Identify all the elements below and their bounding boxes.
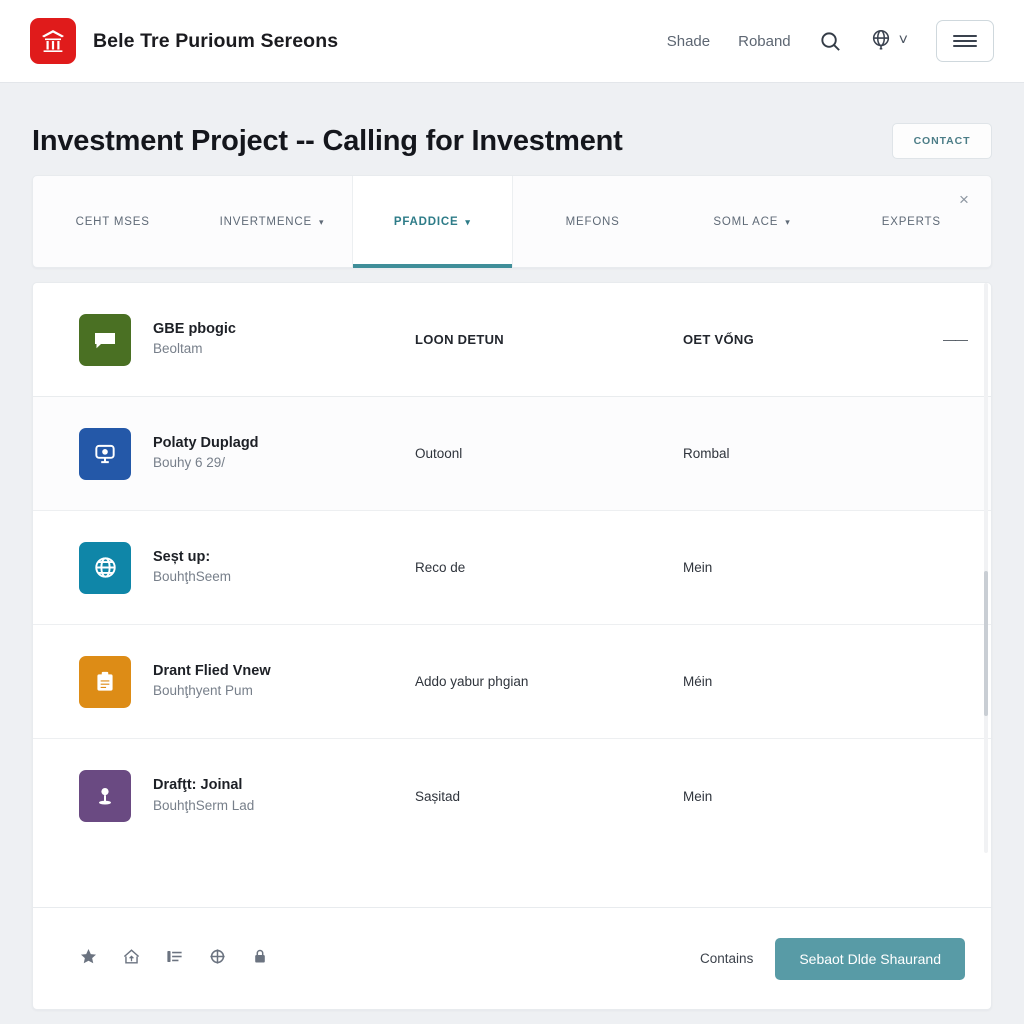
tab-label: CEHT MSES (75, 215, 150, 228)
contact-button[interactable]: CONTACT (892, 123, 992, 159)
row-title: Drafţt: Joinal (153, 777, 243, 794)
tab-soml-ace[interactable]: SOML ACE ▾ (672, 176, 831, 267)
footer-note: Contains (700, 951, 754, 966)
tab-label: SOML ACE (713, 215, 779, 228)
hamburger-menu-icon[interactable] (936, 20, 994, 62)
scrollbar-thumb[interactable] (984, 571, 988, 716)
row-title: Drant Flied Vnew (153, 662, 271, 679)
row-col3: Rombal (683, 446, 730, 461)
table-row[interactable]: Seșt up: BouhţhSeem Reco de Mein (33, 511, 991, 625)
clipboard-icon (79, 655, 131, 708)
table-row[interactable]: Polaty Duplagd Bouhy 6 29/ Outoonl Romba… (33, 397, 991, 511)
chevron-down-icon: ▾ (785, 217, 791, 227)
top-nav: Shade Roband ˅ (667, 20, 994, 62)
chevron-down-icon: ˅ (898, 32, 908, 49)
row-subtitle: Bouhţhyent Pum (153, 683, 253, 699)
chevron-down-icon: ▾ (465, 217, 471, 227)
row-text: Drant Flied Vnew Bouhţhyent Pum (153, 662, 415, 702)
page-title: Investment Project -- Calling for Invest… (32, 124, 623, 157)
dots-message-icon (79, 313, 131, 366)
row-subtitle: Bouhy 6 29/ (153, 455, 226, 471)
tab-label: INVERTMENCE (219, 215, 312, 228)
list-header-text: GBE pbogic Beoltam (153, 320, 415, 360)
tab-bar: CEHT MSES INVERTMENCE ▾ PFADDICE ▾ MEFON… (32, 175, 992, 268)
user-pin-icon (79, 770, 131, 822)
tab-label: MEFONS (565, 215, 620, 228)
row-col2: Addo yabur phgian (415, 674, 529, 689)
row-text: Drafţt: Joinal BouhţhSerm Lad (153, 776, 415, 816)
row-subtitle: BouhţhSeem (153, 569, 232, 585)
top-bar: Bele Tre Purioum Sereons Shade Roband ˅ (0, 0, 1024, 83)
search-icon[interactable] (819, 30, 842, 53)
tab-label: PFADDICE (393, 215, 459, 228)
row-col2: Sașitad (415, 788, 461, 804)
row-title: GBE pbogic (153, 320, 236, 337)
upload-home-icon[interactable] (122, 947, 141, 971)
row-subtitle: BouhţhSerm Lad (153, 797, 255, 813)
row-col2: Reco de (415, 560, 466, 575)
column-header-oet-vong: OET VỐNG (683, 332, 755, 347)
language-selector[interactable]: ˅ (870, 28, 908, 55)
row-col3: Mein (683, 560, 713, 575)
lock-icon[interactable] (251, 947, 269, 971)
row-col3: Méin (683, 674, 713, 689)
burger-line (953, 45, 977, 47)
nav-link-roband[interactable]: Roband (738, 33, 791, 50)
table-row[interactable]: Drafţt: Joinal BouhţhSerm Lad Sașitad Me… (33, 739, 991, 853)
tab-pfaddice[interactable]: PFADDICE ▾ (351, 176, 513, 268)
submit-button[interactable]: Sebaot Dlde Shaurand (775, 937, 965, 980)
title-row: Investment Project -- Calling for Invest… (0, 83, 1024, 175)
column-header-loon-detun: LOON DETUN (415, 332, 504, 347)
table-row[interactable]: Drant Flied Vnew Bouhţhyent Pum Addo yab… (33, 625, 991, 739)
list-header-row[interactable]: GBE pbogic Beoltam LOON DETUN OET VỐNG —… (33, 283, 991, 397)
nav-link-shade[interactable]: Shade (667, 33, 710, 50)
burger-line (953, 40, 977, 42)
row-subtitle: Beoltam (153, 341, 203, 357)
crosshair-globe-icon[interactable] (208, 947, 227, 971)
footer-actions: Contains Sebaot Dlde Shaurand (700, 937, 965, 980)
row-title: Seșt up: (153, 548, 211, 565)
globe-icon (79, 541, 131, 594)
list-lines-icon[interactable] (165, 947, 184, 971)
tab-mefons[interactable]: MEFONS (513, 176, 672, 267)
row-col3: Mein (683, 788, 713, 804)
tab-label: EXPERTS (881, 215, 941, 228)
burger-line (953, 35, 977, 37)
card-footer: Contains Sebaot Dlde Shaurand (33, 907, 991, 1009)
globe-icon (870, 28, 892, 55)
scrollbar-track[interactable] (984, 283, 988, 853)
list-rows: GBE pbogic Beoltam LOON DETUN OET VỐNG —… (33, 283, 991, 853)
brand-name: Bele Tre Purioum Sereons (93, 29, 339, 52)
brand[interactable]: Bele Tre Purioum Sereons (30, 18, 338, 64)
row-text: Seșt up: BouhţhSeem (153, 548, 415, 588)
tab-ceht-mses[interactable]: CEHT MSES (33, 176, 192, 267)
row-overflow-dashes[interactable]: —— (943, 332, 968, 347)
row-col2: Outoonl (415, 446, 463, 461)
footer-icon-group (79, 947, 269, 971)
monitor-icon (79, 427, 131, 480)
chevron-down-icon: ▾ (318, 217, 325, 227)
temple-logo-icon (30, 18, 76, 64)
star-icon[interactable] (79, 947, 98, 971)
row-text: Polaty Duplagd Bouhy 6 29/ (153, 434, 415, 474)
tab-invertmence[interactable]: INVERTMENCE ▾ (192, 176, 351, 267)
close-icon[interactable]: × (953, 188, 975, 210)
row-title: Polaty Duplagd (153, 434, 259, 451)
list-card: GBE pbogic Beoltam LOON DETUN OET VỐNG —… (32, 282, 992, 1010)
